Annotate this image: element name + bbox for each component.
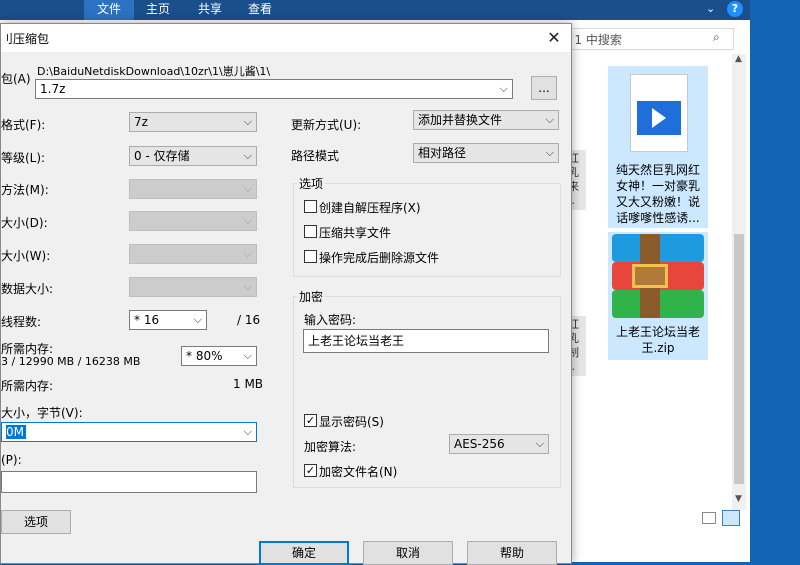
chevron-down-icon: ⌵ xyxy=(545,146,554,159)
update-mode-value: 添加并替换文件 xyxy=(418,113,503,127)
parameters-input[interactable] xyxy=(1,471,257,493)
dictionary-select: ⌵ xyxy=(129,211,257,231)
help-button[interactable]: 帮助 xyxy=(467,541,557,565)
dialog-titlebar[interactable]: 刂压缩包 ✕ xyxy=(1,24,571,52)
format-select[interactable]: 7z ⌵ xyxy=(129,112,257,132)
chevron-down-icon: ⌵ xyxy=(243,149,252,162)
shared-files-checkbox[interactable] xyxy=(304,225,317,238)
archive-name-value: 1.7z xyxy=(40,82,66,96)
archive-label: 包(A) xyxy=(1,72,31,86)
close-icon[interactable]: ✕ xyxy=(541,27,567,49)
explorer-search-box[interactable]: E 1 中搜索 ⌕ xyxy=(563,28,734,50)
shared-files-label: 压缩共享文件 xyxy=(319,226,392,240)
file-name: 纯天然巨乳网红女神！一对豪乳又大又粉嫩！说话嗲嗲性感诱... xyxy=(615,163,700,225)
ok-button[interactable]: 确定 xyxy=(259,541,349,565)
archive-icon xyxy=(612,234,704,318)
memory-percent-value: * 80% xyxy=(186,349,223,363)
ribbon-tab-share[interactable]: 共享 xyxy=(188,0,232,20)
archive-path: D:\BaiduNetdiskDownload\10zr\1\崽儿酱\1\ xyxy=(37,65,271,78)
chevron-down-icon: ⌵ xyxy=(243,425,252,438)
ribbon-tab-view[interactable]: 查看 xyxy=(238,0,282,20)
sfx-checkbox[interactable] xyxy=(304,200,317,213)
encryption-method-value: AES-256 xyxy=(454,437,505,451)
split-volume-value: 0M xyxy=(6,425,26,439)
dictionary-label: 大小(D): xyxy=(1,216,48,230)
scrollbar-thumb[interactable] xyxy=(734,234,744,484)
scroll-down-icon[interactable]: ▼ xyxy=(735,494,742,504)
encryption-method-select[interactable]: AES-256 ⌵ xyxy=(449,434,549,454)
browse-button[interactable]: ... xyxy=(531,76,557,100)
memory-usage-select[interactable]: * 80% ⌵ xyxy=(181,346,257,366)
chevron-down-icon: ⌵ xyxy=(243,182,252,195)
word-size-select: ⌵ xyxy=(129,244,257,264)
format-label: 格式(F): xyxy=(1,118,46,132)
chevron-down-icon: ⌵ xyxy=(545,113,554,126)
options-button[interactable]: 选项 xyxy=(1,510,71,534)
password-label: 输入密码: xyxy=(304,313,357,327)
large-icons-view-icon[interactable] xyxy=(722,510,740,526)
level-select[interactable]: 0 - 仅存储 ⌵ xyxy=(129,146,257,166)
format-value: 7z xyxy=(134,115,148,129)
threads-max: / 16 xyxy=(237,313,261,327)
encryption-method-label: 加密算法: xyxy=(304,440,357,454)
delete-after-label: 操作完成后删除源文件 xyxy=(319,251,440,265)
ribbon-tab-file[interactable]: 文件 xyxy=(84,0,134,20)
video-file-icon xyxy=(630,74,688,152)
show-password-label: 显示密码(S) xyxy=(319,415,384,429)
encryption-group-title: 加密 xyxy=(297,288,326,305)
file-item-zip[interactable]: 上老王论坛当老王.zip xyxy=(608,232,708,360)
parameters-label: (P): xyxy=(1,453,22,467)
solid-block-label: 数据大小: xyxy=(1,282,54,296)
decompress-memory-value: 1 MB xyxy=(233,377,264,391)
level-label: 等级(L): xyxy=(1,151,46,165)
add-to-archive-dialog: 刂压缩包 ✕ 包(A) D:\BaiduNetdiskDownload\10zr… xyxy=(0,23,572,565)
solid-block-select: ⌵ xyxy=(129,277,257,297)
file-item-video[interactable]: 纯天然巨乳网红女神！一对豪乳又大又粉嫩！说话嗲嗲性感诱... xyxy=(608,66,708,228)
chevron-down-icon: ⌵ xyxy=(243,247,252,260)
archive-name-combo[interactable]: 1.7z ⌵ xyxy=(35,79,513,99)
method-label: 方法(M): xyxy=(1,183,49,197)
search-icon: ⌕ xyxy=(713,30,720,44)
threads-label: 线程数: xyxy=(1,315,42,329)
show-password-checkbox[interactable]: ✓ xyxy=(304,414,317,427)
threads-value: * 16 xyxy=(134,313,160,327)
chevron-down-icon: ⌵ xyxy=(243,280,252,293)
details-view-icon[interactable] xyxy=(702,512,716,524)
chevron-down-icon: ⌵ xyxy=(243,214,252,227)
explorer-scrollbar[interactable]: ▲ ▼ xyxy=(732,54,746,510)
chevron-down-icon: ⌵ xyxy=(243,115,252,128)
dialog-title: 刂压缩包 xyxy=(1,32,50,46)
method-select: ⌵ xyxy=(129,179,257,199)
chevron-down-icon: ⌵ xyxy=(535,437,544,450)
ribbon-expand-icon[interactable]: ⌄ xyxy=(706,2,715,15)
chevron-down-icon: ⌵ xyxy=(193,313,202,326)
path-mode-label: 路径模式 xyxy=(291,149,340,163)
password-input[interactable]: 上老王论坛当老王 xyxy=(303,329,549,353)
encrypt-names-checkbox[interactable]: ✓ xyxy=(304,464,317,477)
update-mode-label: 更新方式(U): xyxy=(291,118,362,132)
scroll-up-icon[interactable]: ▲ xyxy=(735,54,742,64)
word-size-label: 大小(W): xyxy=(1,249,51,263)
cancel-button[interactable]: 取消 xyxy=(363,541,453,565)
chevron-down-icon: ⌵ xyxy=(499,82,508,95)
help-icon[interactable]: ? xyxy=(727,1,743,17)
sfx-label: 创建自解压程序(X) xyxy=(319,201,421,215)
encrypt-names-label: 加密文件名(N) xyxy=(319,465,398,479)
delete-after-checkbox[interactable] xyxy=(304,250,317,263)
split-volume-label: 大小，字节(V): xyxy=(1,406,83,420)
level-value: 0 - 仅存储 xyxy=(134,149,190,163)
view-switcher xyxy=(700,510,744,526)
chevron-down-icon: ⌵ xyxy=(243,349,252,362)
threads-select[interactable]: * 16 ⌵ xyxy=(129,310,207,330)
options-group-title: 选项 xyxy=(297,175,326,192)
path-mode-value: 相对路径 xyxy=(418,146,467,160)
decompress-memory-label: 所需内存: xyxy=(1,379,54,393)
compress-memory-value: 3 / 12990 MB / 16238 MB xyxy=(1,355,141,368)
ribbon-tab-home[interactable]: 主页 xyxy=(136,0,180,20)
file-name: 上老王论坛当老王.zip xyxy=(615,325,700,355)
update-mode-select[interactable]: 添加并替换文件 ⌵ xyxy=(413,110,559,130)
split-volume-combo[interactable]: 0M ⌵ xyxy=(1,422,257,442)
path-mode-select[interactable]: 相对路径 ⌵ xyxy=(413,143,559,163)
